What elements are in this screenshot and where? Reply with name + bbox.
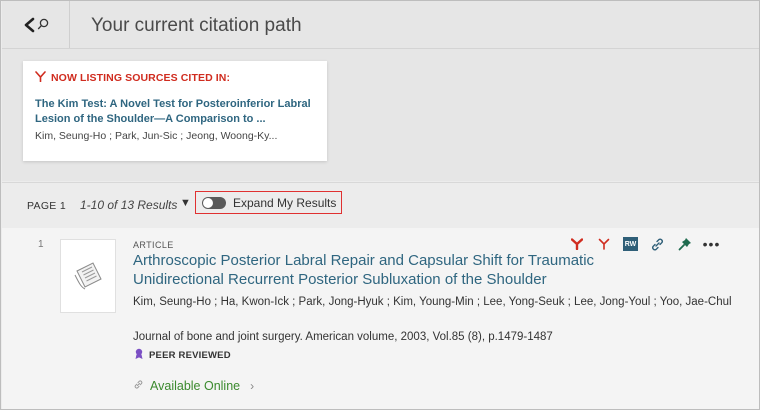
expand-label: Expand My Results (233, 195, 337, 210)
results-toolbar: PAGE 1 1-10 of 13 Results ▼ Expand My Re… (2, 182, 759, 228)
back-search-area (2, 1, 70, 48)
search-icon[interactable] (37, 18, 49, 32)
rw-label: RW (623, 237, 638, 251)
page-label: PAGE 1 (27, 200, 66, 212)
result-number: 1 (38, 239, 44, 250)
document-icon (74, 262, 102, 290)
citation-path-bar: Your current citation path NOW LISTING S… (2, 1, 759, 181)
toggle-knob (203, 197, 213, 208)
citation-trail-icon[interactable] (563, 234, 590, 254)
card-heading-label: NOW LISTING SOURCES CITED IN: (51, 72, 231, 84)
citation-card: NOW LISTING SOURCES CITED IN: The Kim Te… (23, 61, 327, 161)
card-heading: NOW LISTING SOURCES CITED IN: (35, 71, 317, 85)
app-frame: Your current citation path NOW LISTING S… (0, 0, 760, 410)
result-type: ARTICLE (133, 240, 174, 250)
researcher-workspace-icon[interactable]: RW (617, 234, 644, 254)
card-title-link[interactable]: The Kim Test: A Novel Test for Posteroin… (35, 97, 317, 127)
more-options-icon[interactable]: ••• (698, 234, 725, 254)
card-authors: Kim, Seung-Ho ; Park, Jun-Sic ; Jeong, W… (35, 130, 278, 142)
availability-label: Available Online (150, 379, 241, 393)
citation-trail-icon (35, 71, 46, 85)
result-item: 1 ARTICLE Arthroscopic Posterior Labral … (2, 228, 759, 409)
page-title: Your current citation path (91, 15, 302, 36)
toggle-switch[interactable] (202, 196, 226, 209)
chevron-left-icon[interactable] (23, 17, 35, 33)
expand-my-results-toggle[interactable]: Expand My Results (195, 191, 342, 214)
results-count: 1-10 of 13 Results (80, 198, 178, 212)
results-dropdown-caret[interactable]: ▼ (180, 197, 191, 209)
result-source: Journal of bone and joint surgery. Ameri… (133, 331, 553, 343)
pin-icon[interactable] (671, 234, 698, 254)
result-authors: Kim, Seung-Ho ; Ha, Kwon-Ick ; Park, Jon… (133, 296, 732, 308)
result-title-link[interactable]: Arthroscopic Posterior Labral Repair and… (133, 251, 603, 289)
divider (2, 48, 759, 49)
available-online-link[interactable]: Available Online › (133, 379, 254, 393)
article-thumbnail[interactable] (60, 239, 116, 313)
link-icon (133, 379, 144, 393)
peer-reviewed-badge: PEER REVIEWED (133, 348, 231, 363)
chevron-right-icon: › (250, 379, 255, 393)
cited-by-icon[interactable] (590, 234, 617, 254)
peer-reviewed-icon (133, 348, 145, 363)
link-icon[interactable] (644, 234, 671, 254)
peer-reviewed-label: PEER REVIEWED (149, 350, 231, 361)
result-actions: RW ••• (563, 234, 725, 254)
